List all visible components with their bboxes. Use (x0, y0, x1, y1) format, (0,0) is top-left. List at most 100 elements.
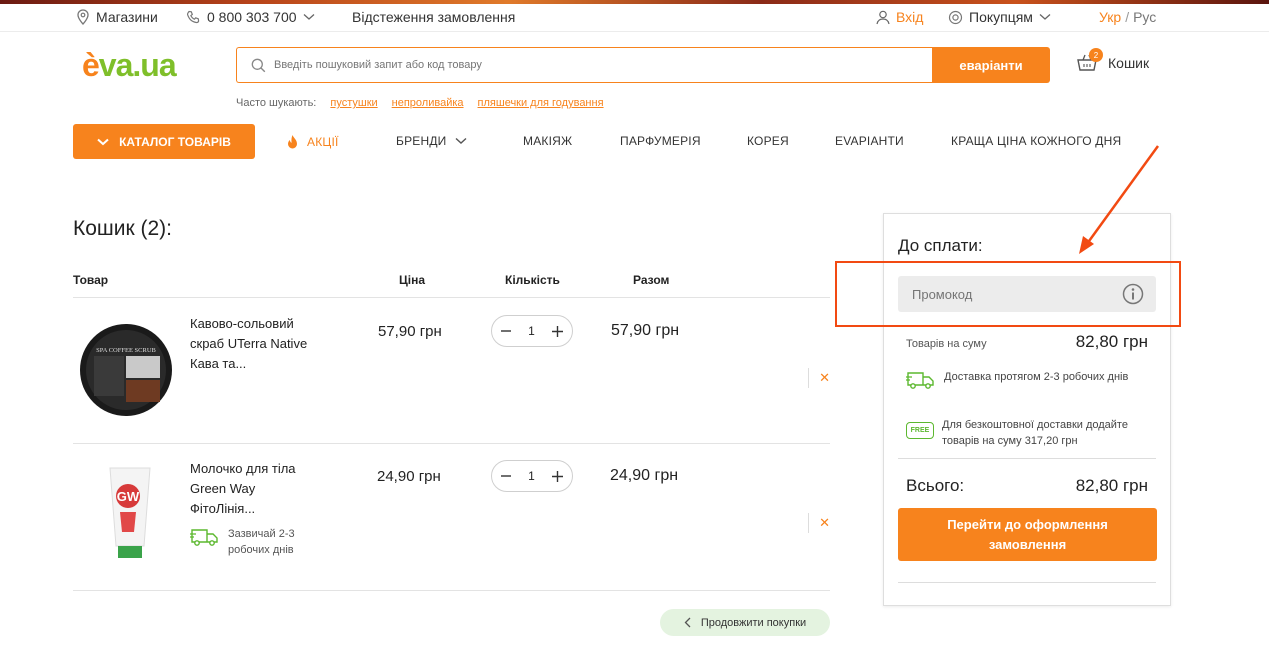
nav-promotions-label: АКЦІЇ (307, 135, 339, 149)
logo-e: è (82, 47, 100, 83)
chevron-down-icon (97, 138, 109, 145)
stores-link[interactable]: Магазини (76, 9, 158, 25)
delivery-note-text: Зазвичай 2-3 робочих днів (228, 528, 295, 556)
plus-icon[interactable] (552, 470, 563, 482)
search-button[interactable]: еваріанти (932, 47, 1050, 83)
lang-rus[interactable]: Рус (1133, 9, 1156, 25)
summary-title: До сплати: (898, 236, 983, 255)
delivery-truck-icon (190, 529, 218, 546)
nav-brands[interactable]: БРЕНДИ (396, 134, 467, 148)
login-link[interactable]: Вхід (876, 9, 923, 25)
header-cart[interactable]: 2 Кошик (1076, 48, 1150, 74)
frequent-search-link[interactable]: пляшечки для годування (478, 97, 604, 109)
grand-total-value: 82,80 грн (1075, 476, 1148, 495)
user-icon (876, 10, 890, 24)
header-divider (73, 297, 830, 298)
delivery-info-row: Доставка протягом 2-3 робочих днів (906, 369, 1156, 391)
product-image-lotion[interactable]: GW (90, 462, 170, 562)
close-icon: ✕ (819, 515, 830, 530)
cart-title: Кошик (2): (73, 217, 173, 240)
continue-shopping-label: Продовжити покупки (700, 616, 807, 629)
product-price: 24,90 грн (377, 468, 441, 485)
top-bar: Магазини 0 800 303 700 Відстеження замов… (0, 4, 1269, 32)
order-tracking-label: Відстеження замовлення (352, 9, 516, 25)
summary-divider (898, 458, 1156, 459)
annotation-highlight-box (835, 261, 1181, 327)
remove-item-button[interactable]: ✕ (808, 368, 830, 388)
nav-evarianty[interactable]: EVAРІАНТИ (835, 134, 904, 148)
quantity-stepper: 1 (491, 460, 573, 492)
order-tracking-link[interactable]: Відстеження замовлення (352, 9, 515, 25)
frequent-search-link[interactable]: пустушки (330, 97, 377, 109)
remove-item-button[interactable]: ✕ (808, 513, 830, 533)
minus-icon[interactable] (501, 475, 511, 477)
grand-total-row: Всього: 82,80 грн (906, 476, 1148, 496)
free-badge-icon: FREE (906, 422, 934, 439)
column-price: Ціна (399, 273, 426, 287)
product-total: 57,90 грн (611, 322, 680, 339)
chevron-down-icon (455, 137, 466, 144)
search-input[interactable] (274, 59, 874, 71)
search-icon (251, 58, 266, 72)
customers-label: Покупцям (969, 9, 1033, 25)
nav-korea[interactable]: КОРЕЯ (747, 134, 789, 148)
delivery-info-text: Доставка протягом 2-3 робочих днів (944, 371, 1129, 383)
free-delivery-text: Для безкоштовної доставки додайте товарі… (942, 419, 1128, 447)
fire-icon (288, 135, 297, 149)
product-total: 24,90 грн (610, 467, 679, 484)
continue-shopping-button[interactable]: Продовжити покупки (660, 609, 830, 636)
chevron-down-icon (1039, 14, 1051, 20)
column-quantity: Кількість (505, 273, 560, 287)
frequent-searches: Часто шукають: пустушки непроливайка пля… (236, 97, 604, 109)
catalog-button[interactable]: КАТАЛОГ ТОВАРІВ (73, 124, 255, 159)
goods-sum-label: Товарів на суму (906, 338, 987, 350)
product-image-label: GW (117, 489, 140, 504)
cart-icon-wrap: 2 (1076, 48, 1103, 74)
product-name[interactable]: Кавово-сольовий скраб UTerra Native Кава… (190, 314, 320, 374)
column-total: Разом (633, 273, 670, 287)
free-delivery-row: FREE Для безкоштовної доставки додайте т… (906, 417, 1156, 449)
quantity-value[interactable]: 1 (528, 324, 535, 338)
chevron-left-icon (684, 617, 691, 628)
row-divider (73, 590, 830, 591)
nav-promotions[interactable]: АКЦІЇ (286, 134, 339, 150)
lifebuoy-icon (948, 10, 963, 24)
grand-total-label: Всього: (906, 476, 965, 495)
language-switcher: Укр / Рус (1099, 9, 1156, 25)
product-price: 57,90 грн (378, 323, 442, 340)
close-icon: ✕ (819, 370, 830, 385)
stores-label: Магазини (96, 9, 158, 25)
cart-count-badge: 2 (1089, 48, 1103, 62)
cart-label: Кошик (1108, 55, 1150, 71)
summary-divider (898, 582, 1156, 583)
logo-text: va.ua (98, 47, 177, 83)
annotation-arrow (1079, 145, 1160, 254)
minus-icon[interactable] (501, 330, 511, 332)
nav-makeup[interactable]: МАКІЯЖ (523, 134, 572, 148)
goods-sum-value: 82,80 грн (1075, 332, 1148, 351)
site-logo[interactable]: èva.ua (82, 47, 177, 84)
location-pin-icon (77, 9, 89, 25)
search-box (236, 47, 933, 83)
lang-separator: / (1125, 9, 1130, 25)
goods-sum-row: Товарів на суму 82,80 грн (906, 332, 1148, 352)
frequent-search-link[interactable]: непроливайка (392, 97, 464, 109)
quantity-value[interactable]: 1 (528, 469, 535, 483)
row-divider (73, 443, 830, 444)
plus-icon[interactable] (552, 325, 563, 337)
chevron-down-icon (303, 14, 314, 20)
catalog-label: КАТАЛОГ ТОВАРІВ (119, 134, 231, 149)
nav-perfume[interactable]: ПАРФУМЕРІЯ (620, 134, 701, 148)
customers-dropdown[interactable]: Покупцям (948, 9, 1051, 25)
product-name[interactable]: Молочко для тіла Green Way ФітоЛінія... (190, 459, 320, 519)
nav-brands-label: БРЕНДИ (396, 134, 447, 148)
phone-icon (186, 10, 200, 23)
phone-dropdown[interactable]: 0 800 303 700 (186, 9, 315, 25)
lang-ukr[interactable]: Укр (1099, 9, 1121, 25)
checkout-button[interactable]: Перейти до оформлення замовлення (898, 508, 1157, 561)
login-label: Вхід (896, 9, 924, 25)
product-image-label: SPA COFFEE SCRUB (96, 347, 156, 354)
delivery-note: Зазвичай 2-3 робочих днів (190, 526, 313, 558)
product-image-scrub[interactable]: SPA COFFEE SCRUB (78, 318, 174, 418)
delivery-truck-icon (906, 372, 934, 389)
